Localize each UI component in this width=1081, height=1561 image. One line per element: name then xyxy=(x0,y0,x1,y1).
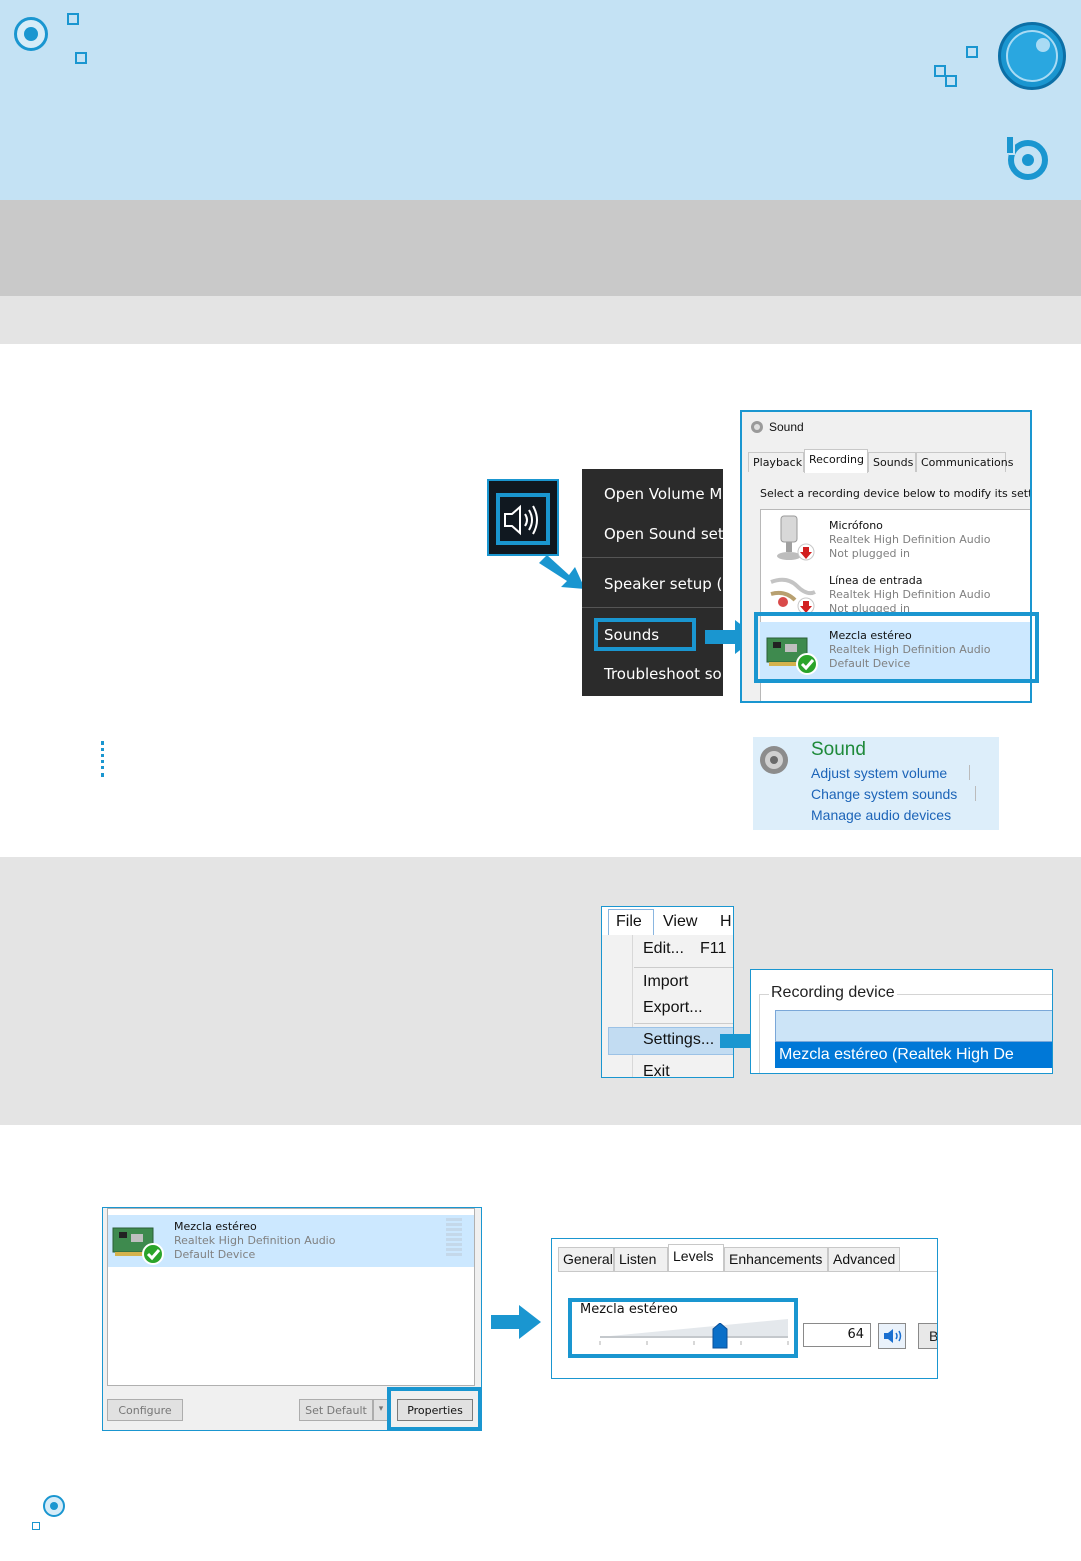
menu-item-export[interactable]: Export... xyxy=(643,999,703,1017)
level-meter-icon xyxy=(446,1218,462,1256)
menu-shortcut: F11 xyxy=(700,940,727,957)
menu-item-troubleshoot[interactable]: Troubleshoot sou xyxy=(604,665,723,683)
speaker-icon xyxy=(884,1329,902,1343)
control-panel-sound: Sound Adjust system volume Change system… xyxy=(753,737,999,830)
tab-content-border xyxy=(558,1271,937,1272)
device-status: Default Device xyxy=(174,1248,256,1261)
logo-icon xyxy=(1036,38,1050,52)
menubar-file[interactable]: File xyxy=(616,913,642,931)
section-band xyxy=(0,200,1081,296)
device-driver: Realtek High Definition Audio xyxy=(829,588,991,601)
square-icon xyxy=(966,46,978,58)
sounds-highlight xyxy=(594,618,696,651)
line-in-icon xyxy=(770,577,816,615)
ring-icon xyxy=(50,1502,58,1510)
menu-separator xyxy=(582,607,723,608)
tab-sounds[interactable]: Sounds xyxy=(868,452,916,472)
balance-button[interactable]: B xyxy=(918,1323,937,1349)
tab-levels[interactable]: Levels xyxy=(668,1244,724,1272)
square-icon xyxy=(67,13,79,25)
section-band xyxy=(0,296,1081,344)
menu-separator xyxy=(582,557,723,558)
control-panel-title[interactable]: Sound xyxy=(811,739,866,761)
menu-item-exit[interactable]: Exit xyxy=(643,1063,670,1077)
sound-card-icon xyxy=(112,1227,164,1265)
tab-playback[interactable]: Playback xyxy=(748,452,804,472)
menu-item-import[interactable]: Import xyxy=(643,973,688,991)
menu-item-edit[interactable]: Edit... xyxy=(643,940,684,958)
link-manage-devices[interactable]: Manage audio devices xyxy=(811,807,951,823)
menubar-help[interactable]: H xyxy=(720,913,732,931)
recording-device-option[interactable]: Mezcla estéreo (Realtek High De xyxy=(775,1042,1052,1068)
menu-item-open-volume-mixer[interactable]: Open Volume Mix xyxy=(604,485,723,503)
recording-device-select[interactable] xyxy=(775,1010,1052,1042)
dialog-description: Select a recording device below to modif… xyxy=(760,487,1032,500)
device-driver: Realtek High Definition Audio xyxy=(174,1234,336,1247)
refresh-icon xyxy=(1007,137,1048,180)
tab-recording[interactable]: Recording xyxy=(804,449,868,473)
recording-device-label: Recording device xyxy=(769,984,897,1002)
mute-button[interactable] xyxy=(878,1323,906,1349)
file-menu: File View H Edit... F11 Import Export...… xyxy=(601,906,734,1078)
tab-advanced[interactable]: Advanced xyxy=(828,1247,900,1271)
dialog-title: Sound xyxy=(769,420,804,434)
context-menu: Open Volume Mix Open Sound settin Speake… xyxy=(582,469,723,696)
header-banner xyxy=(0,0,1081,200)
ring-icon xyxy=(24,27,38,41)
speaker-icon xyxy=(760,746,788,774)
link-separator xyxy=(975,786,976,801)
menu-separator xyxy=(634,1023,733,1024)
properties-highlight xyxy=(387,1387,482,1431)
link-separator xyxy=(969,765,970,780)
device-name: Micrófono xyxy=(829,519,883,532)
level-highlight xyxy=(568,1298,798,1358)
speaker-highlight xyxy=(496,493,550,545)
dotted-marker xyxy=(101,741,105,777)
configure-button[interactable]: Configure xyxy=(107,1399,183,1421)
tab-general[interactable]: General xyxy=(558,1247,614,1271)
recording-device-panel: Recording device Mezcla estéreo (Realtek… xyxy=(750,969,1053,1074)
menu-gutter xyxy=(632,935,633,1077)
set-default-button[interactable]: Set Default xyxy=(299,1399,373,1421)
stereo-mix-highlight xyxy=(754,612,1039,683)
link-adjust-volume[interactable]: Adjust system volume xyxy=(811,765,947,781)
tab-enhancements[interactable]: Enhancements xyxy=(724,1247,828,1271)
device-name: Mezcla estéreo xyxy=(174,1220,257,1233)
device-name: Línea de entrada xyxy=(829,574,923,587)
logo-icon xyxy=(1006,30,1058,82)
square-icon xyxy=(32,1522,40,1530)
device-status: Not plugged in xyxy=(829,547,911,560)
link-change-sounds[interactable]: Change system sounds xyxy=(811,786,957,802)
menu-item-speaker-setup[interactable]: Speaker setup (Ste xyxy=(604,575,723,593)
menu-item-open-sound-settings[interactable]: Open Sound settin xyxy=(604,525,723,543)
arrow-icon xyxy=(491,1305,541,1339)
square-icon xyxy=(945,75,957,87)
microphone-icon xyxy=(777,515,815,561)
sound-dialog-icon xyxy=(751,421,763,433)
tab-communications[interactable]: Communications xyxy=(916,452,1013,472)
device-driver: Realtek High Definition Audio xyxy=(829,533,991,546)
level-value-input[interactable]: 64 xyxy=(803,1323,871,1347)
menu-item-settings[interactable]: Settings... xyxy=(643,1031,714,1049)
menubar-view[interactable]: View xyxy=(663,913,697,931)
menu-separator xyxy=(634,967,733,968)
tab-listen[interactable]: Listen xyxy=(614,1247,668,1271)
square-icon xyxy=(75,52,87,64)
